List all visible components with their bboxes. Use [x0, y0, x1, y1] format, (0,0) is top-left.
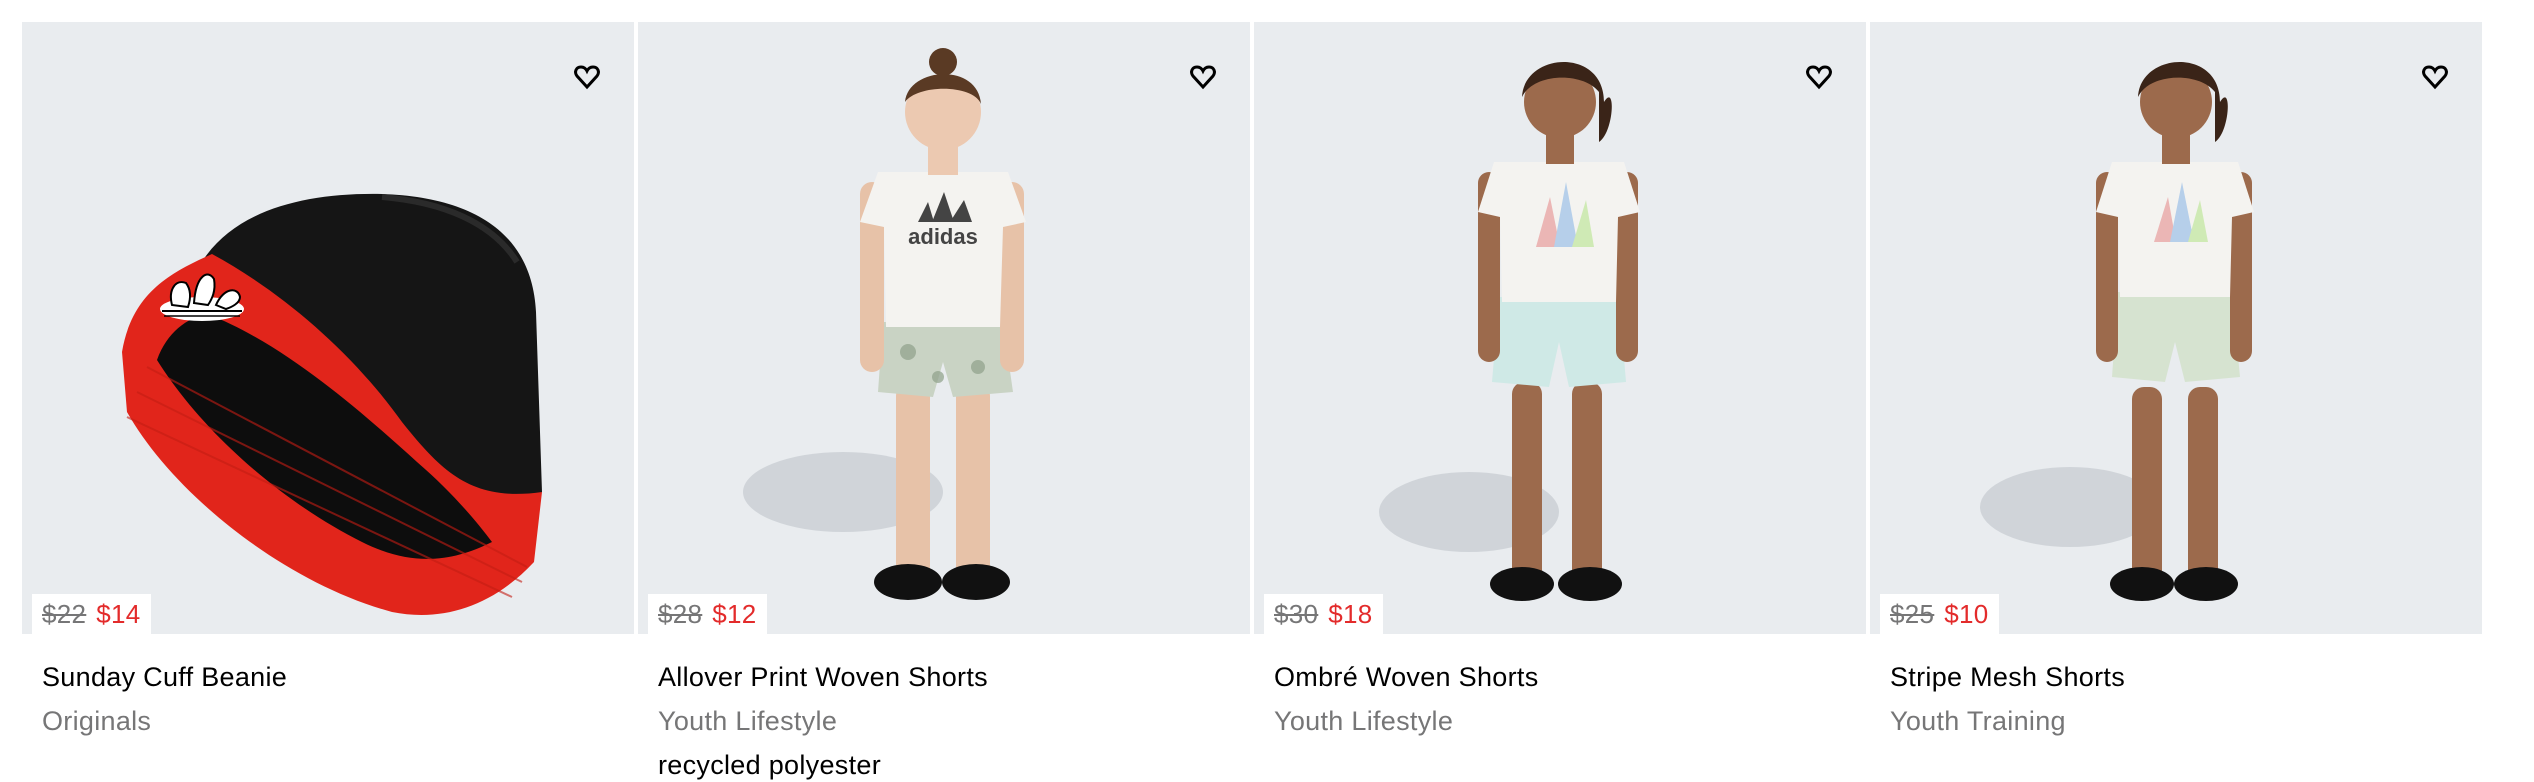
sale-price: $14	[96, 598, 141, 629]
product-image[interactable]: $25 $10	[1870, 22, 2482, 634]
product-card[interactable]: adidas $28 $12 Allover Print Woven Short…	[638, 22, 1250, 780]
product-badge-text: recycled polyester	[658, 750, 881, 780]
wishlist-button[interactable]	[2418, 60, 2452, 94]
model-image: adidas	[743, 48, 1026, 600]
product-info: Sunday Cuff Beanie Originals	[22, 634, 634, 738]
product-card[interactable]: $30 $18 Ombré Woven Shorts Youth Lifesty…	[1254, 22, 1866, 776]
heart-icon	[1190, 65, 1216, 90]
product-category: Youth Training	[1890, 706, 2066, 736]
heart-icon	[1806, 65, 1832, 90]
model-image	[1980, 62, 2254, 601]
heart-icon	[2422, 65, 2448, 90]
price-tag: $30 $18	[1264, 594, 1383, 634]
product-category: Originals	[42, 706, 152, 736]
product-info: Stripe Mesh Shorts Youth Training	[1870, 634, 2482, 738]
product-image[interactable]: adidas $28 $12	[638, 22, 1250, 634]
sale-price: $12	[712, 598, 757, 629]
product-card[interactable]: $22 $14 Sunday Cuff Beanie Originals	[22, 22, 634, 776]
product-category: Youth Lifestyle	[1274, 706, 1454, 736]
wishlist-button[interactable]	[570, 60, 604, 94]
product-grid: $22 $14 Sunday Cuff Beanie Originals adi…	[22, 22, 2482, 780]
product-info: Ombré Woven Shorts Youth Lifestyle	[1254, 634, 1866, 738]
sale-price: $10	[1944, 598, 1989, 629]
beanie-image	[122, 193, 542, 615]
product-image[interactable]: $22 $14	[22, 22, 634, 634]
wishlist-button[interactable]	[1802, 60, 1836, 94]
original-price: $30	[1274, 598, 1319, 629]
price-tag: $28 $12	[648, 594, 767, 634]
svg-text:adidas: adidas	[908, 224, 978, 249]
product-card[interactable]: $25 $10 Stripe Mesh Shorts Youth Trainin…	[1870, 22, 2482, 776]
heart-icon	[574, 65, 600, 90]
model-image	[1379, 62, 1640, 601]
original-price: $22	[42, 598, 87, 629]
product-name[interactable]: Sunday Cuff Beanie	[42, 660, 614, 694]
product-name[interactable]: Allover Print Woven Shorts	[658, 660, 1230, 694]
price-tag: $22 $14	[32, 594, 151, 634]
sale-price: $18	[1328, 598, 1373, 629]
original-price: $28	[658, 598, 703, 629]
product-info: Allover Print Woven Shorts Youth Lifesty…	[638, 634, 1250, 782]
product-image[interactable]: $30 $18	[1254, 22, 1866, 634]
product-name[interactable]: Stripe Mesh Shorts	[1890, 660, 2462, 694]
product-category: Youth Lifestyle	[658, 706, 838, 736]
original-price: $25	[1890, 598, 1935, 629]
product-name[interactable]: Ombré Woven Shorts	[1274, 660, 1846, 694]
wishlist-button[interactable]	[1186, 60, 1220, 94]
price-tag: $25 $10	[1880, 594, 1999, 634]
